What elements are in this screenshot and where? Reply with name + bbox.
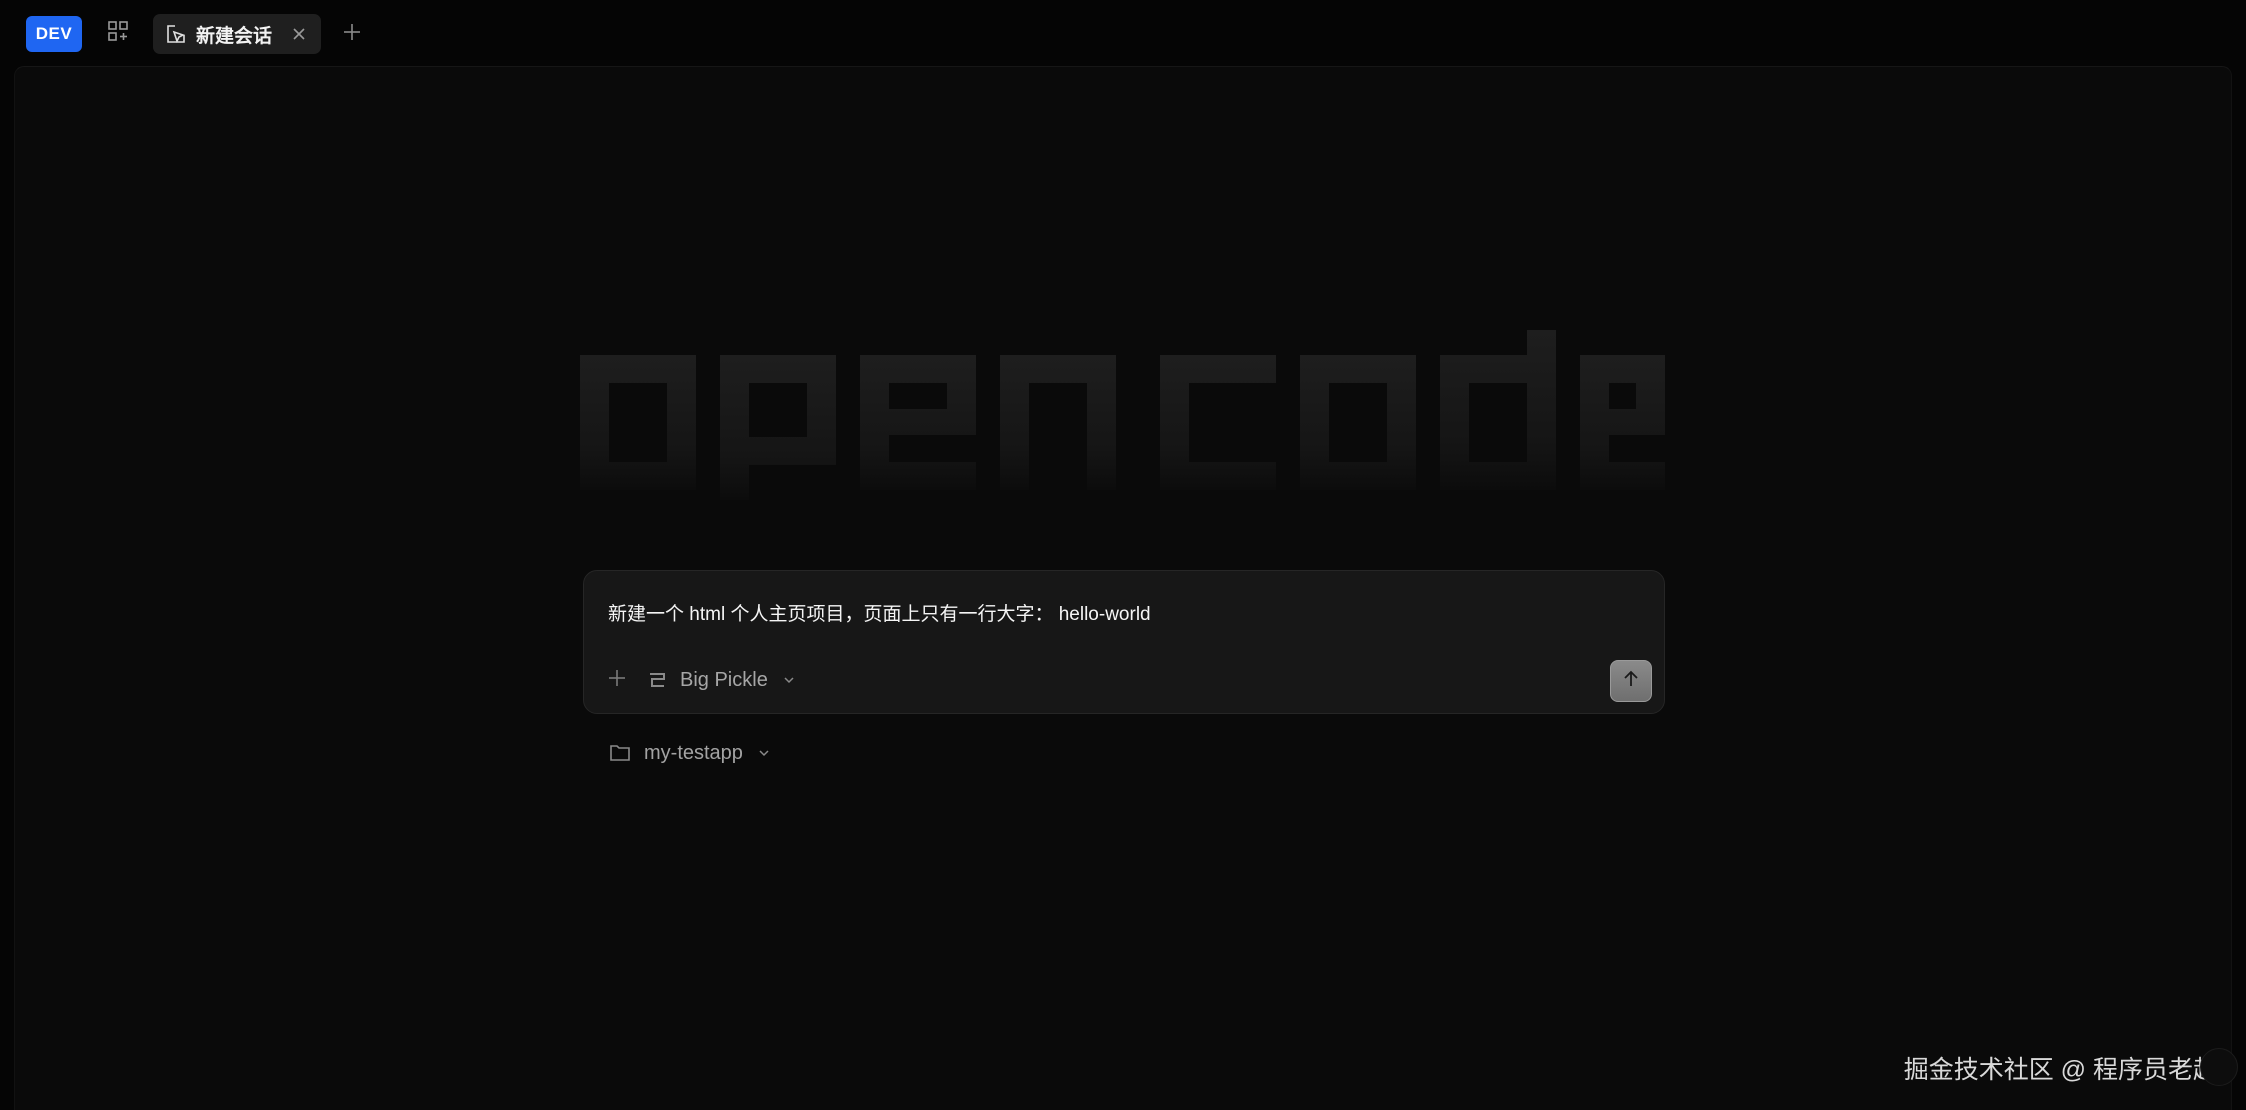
model-z-icon — [646, 669, 668, 691]
project-selector[interactable]: my-testapp — [608, 738, 771, 768]
chevron-down-icon — [757, 746, 771, 760]
grid-add-icon — [107, 20, 129, 47]
new-tab-button[interactable] — [338, 20, 366, 48]
tab-new-session[interactable]: 新建会话 — [153, 14, 321, 54]
tab-label: 新建会话 — [196, 25, 273, 47]
plus-icon — [342, 22, 362, 47]
opencode-logo — [580, 325, 1665, 500]
plus-icon — [607, 668, 627, 693]
grid-add-button[interactable] — [103, 18, 133, 48]
model-label: Big Pickle — [680, 668, 768, 691]
send-button[interactable] — [1610, 660, 1652, 702]
prompt-input-box[interactable]: 新建一个 html 个人主页项目，页面上只有一行大字： hello-world … — [583, 570, 1665, 714]
model-selector[interactable]: Big Pickle — [646, 665, 796, 695]
folder-icon — [608, 742, 632, 764]
chevron-down-icon — [782, 673, 796, 687]
watermark: 掘金技术社区 @ 程序员老赵 — [1903, 1056, 2218, 1084]
app-window: DEV 新建会话 新建一个 html 个人主页项目，页面上只有一行大字： hel… — [0, 0, 2246, 1110]
close-icon[interactable] — [289, 24, 309, 44]
attach-button[interactable] — [604, 667, 630, 693]
arrow-up-icon — [1621, 669, 1641, 694]
project-name: my-testapp — [644, 741, 743, 764]
dev-badge[interactable]: DEV — [26, 16, 82, 52]
corner-button[interactable] — [2200, 1048, 2238, 1086]
cursor-window-icon — [165, 23, 187, 45]
top-bar: DEV 新建会话 — [0, 0, 2246, 66]
prompt-input[interactable]: 新建一个 html 个人主页项目，页面上只有一行大字： hello-world — [608, 599, 1151, 626]
